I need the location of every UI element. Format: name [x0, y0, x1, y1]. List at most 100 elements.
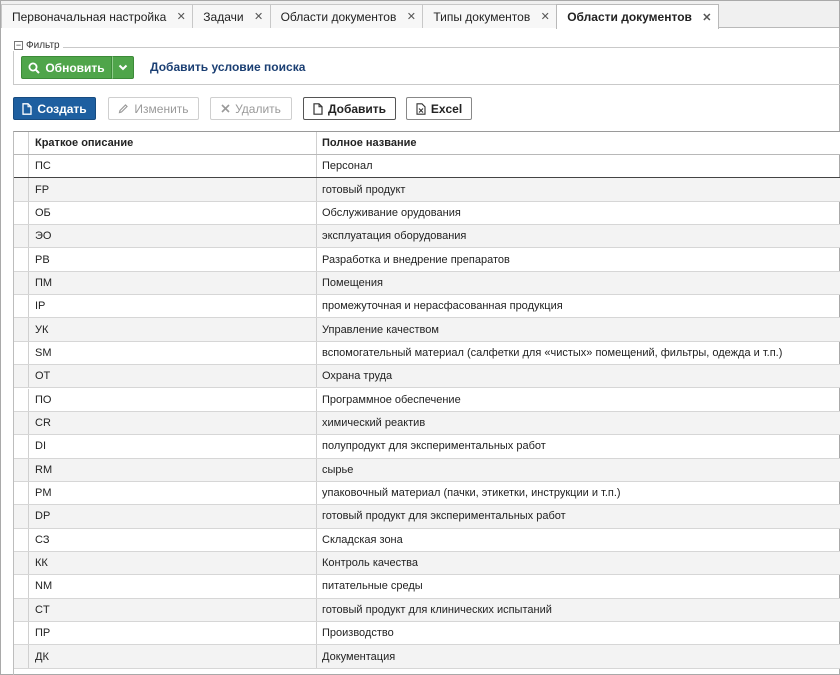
table-row[interactable]: CT готовый продукт для клинических испыта…: [14, 598, 840, 622]
cell-short-description: SM: [29, 341, 317, 365]
close-icon: [221, 104, 230, 113]
close-icon[interactable]: ✕: [176, 10, 186, 23]
cell-full-name: Складская зона: [322, 533, 403, 546]
row-selector[interactable]: [14, 481, 29, 505]
row-selector[interactable]: [14, 295, 29, 318]
row-selector[interactable]: [14, 318, 29, 341]
add-search-condition-link[interactable]: Добавить условие поиска: [150, 60, 305, 74]
table-row[interactable]: ДК Документация: [14, 645, 840, 669]
table-row[interactable]: DI полупродукт для экспериментальных рабо…: [14, 435, 840, 459]
table-row[interactable]: ПР Производство: [14, 622, 840, 646]
row-selector[interactable]: [14, 645, 29, 668]
tab-document-areas[interactable]: Области документов ✕: [269, 4, 424, 28]
cell-full-name: Производство: [322, 627, 394, 640]
row-selector[interactable]: [14, 201, 29, 225]
create-button-label: Создать: [37, 101, 87, 116]
filter-panel: [13, 47, 840, 85]
cell-full-name: питательные среды: [322, 580, 423, 593]
excel-export-button[interactable]: Excel: [406, 97, 472, 120]
row-selector[interactable]: [14, 271, 29, 295]
add-button[interactable]: Добавить: [303, 97, 396, 120]
cell-full-name: Охрана труда: [322, 370, 393, 383]
close-icon[interactable]: ✕: [540, 10, 550, 23]
tab-tasks[interactable]: Задачи ✕: [192, 4, 271, 28]
delete-button-label: Удалить: [235, 101, 281, 116]
excel-button-label: Excel: [430, 101, 463, 116]
cell-full-name: Персонал: [322, 160, 373, 173]
cell-full-name: химический реактив: [322, 417, 426, 430]
close-icon[interactable]: ✕: [702, 11, 712, 24]
cell-full-name: готовый продукт: [322, 183, 406, 196]
tab-initial-setup[interactable]: Первоначальная настройка ✕: [1, 4, 194, 28]
close-icon[interactable]: ✕: [406, 10, 416, 23]
cell-full-name: Обслуживание орудования: [322, 206, 461, 219]
table-row[interactable]: ЭО эксплуатация оборудования: [14, 225, 840, 249]
cell-short-description: КК: [29, 551, 317, 575]
filter-legend[interactable]: − Фильтр: [11, 40, 63, 51]
table-row[interactable]: SM вспомогательный материал (салфетки для…: [14, 341, 840, 366]
pencil-icon: [119, 104, 129, 114]
cell-short-description: УК: [29, 318, 317, 341]
cell-full-name: Разработка и внедрение препаратов: [322, 253, 510, 266]
refresh-dropdown-toggle[interactable]: [112, 56, 134, 79]
column-header-full-name[interactable]: Полное название: [317, 132, 840, 154]
cell-full-name: вспомогательный материал (салфетки для «…: [322, 346, 783, 359]
row-selector[interactable]: [14, 505, 29, 528]
row-selector[interactable]: [14, 575, 29, 598]
collapse-icon[interactable]: −: [14, 41, 23, 50]
row-selector[interactable]: [14, 178, 29, 201]
cell-short-description: DI: [29, 435, 317, 458]
tab-document-areas-active[interactable]: Области документов ✕: [556, 4, 719, 29]
close-icon[interactable]: ✕: [254, 10, 264, 23]
cell-full-name: Программное обеспечение: [322, 393, 461, 406]
table-row[interactable]: NM питательные среды: [14, 575, 840, 599]
tab-label: Области документов: [567, 10, 692, 24]
row-selector[interactable]: [14, 528, 29, 551]
table-row[interactable]: УК Управление качеством: [14, 318, 840, 342]
tab-document-types[interactable]: Типы документов ✕: [422, 4, 558, 28]
cell-short-description: ПМ: [29, 271, 317, 295]
table-row[interactable]: ОБ Обслуживание орудования: [14, 201, 840, 226]
table-row[interactable]: RM сырье: [14, 458, 840, 482]
row-selector[interactable]: [14, 551, 29, 575]
table-row[interactable]: PM упаковочный материал (пачки, этикетки,…: [14, 481, 840, 506]
tab-label: Первоначальная настройка: [12, 9, 167, 24]
cell-full-name: сырье: [322, 463, 354, 476]
row-selector[interactable]: [14, 341, 29, 365]
cell-short-description: РВ: [29, 248, 317, 271]
table-row[interactable]: ОТ Охрана труда: [14, 365, 840, 389]
table-row[interactable]: DP готовый продукт для экспериментальных …: [14, 505, 840, 529]
filter-legend-label: Фильтр: [26, 40, 60, 51]
row-selector[interactable]: [14, 388, 29, 411]
row-selector[interactable]: [14, 365, 29, 388]
cell-short-description: СЗ: [29, 528, 317, 551]
row-selector[interactable]: [14, 622, 29, 645]
select-column-header[interactable]: [14, 132, 29, 154]
table-row[interactable]: CR химический реактив: [14, 411, 840, 436]
row-selector[interactable]: [14, 598, 29, 621]
table-row[interactable]: FP готовый продукт: [14, 178, 840, 202]
table-row[interactable]: ПО Программное обеспечение: [14, 388, 840, 412]
row-selector[interactable]: [14, 411, 29, 435]
row-selector[interactable]: [14, 155, 29, 178]
cell-full-name: Помещения: [322, 276, 383, 289]
row-selector[interactable]: [14, 248, 29, 271]
table-row[interactable]: КК Контроль качества: [14, 551, 840, 576]
table-row[interactable]: ПМ Помещения: [14, 271, 840, 296]
table-row[interactable]: ПС Персонал: [14, 155, 840, 179]
refresh-button-group: Обновить: [21, 56, 134, 79]
edit-button[interactable]: Изменить: [108, 97, 199, 120]
table-row[interactable]: IP промежуточная и нерасфасованная продук…: [14, 295, 840, 319]
table-row[interactable]: РВ Разработка и внедрение препаратов: [14, 248, 840, 272]
table-row[interactable]: СЗ Складская зона: [14, 528, 840, 552]
cell-short-description: ОБ: [29, 201, 317, 225]
row-selector[interactable]: [14, 225, 29, 248]
delete-button[interactable]: Удалить: [210, 97, 292, 120]
excel-file-icon: [416, 102, 426, 115]
row-selector[interactable]: [14, 458, 29, 481]
tab-bar: Первоначальная настройка ✕ Задачи ✕ Обла…: [1, 1, 839, 29]
row-selector[interactable]: [14, 435, 29, 458]
column-header-short-description[interactable]: Краткое описание: [29, 132, 317, 154]
create-button[interactable]: Создать: [13, 97, 96, 120]
refresh-button[interactable]: Обновить: [21, 56, 112, 79]
